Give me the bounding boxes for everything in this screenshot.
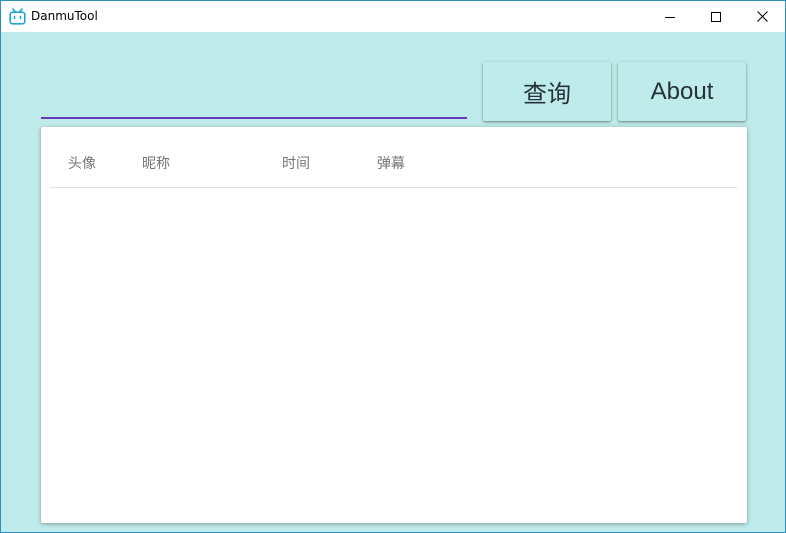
title-bar[interactable]: DanmuTool [1, 1, 785, 32]
column-header-time[interactable]: 时间 [282, 153, 310, 173]
column-header-avatar[interactable]: 头像 [68, 153, 96, 173]
close-button[interactable] [739, 1, 785, 32]
search-input[interactable] [41, 63, 467, 119]
table-header: 头像 昵称 时间 弹幕 [50, 127, 737, 188]
minimize-button[interactable] [647, 1, 693, 32]
danmu-table-card: 头像 昵称 时间 弹幕 [41, 127, 747, 523]
maximize-icon [711, 11, 721, 22]
column-header-danmu[interactable]: 弹幕 [377, 153, 405, 173]
query-button[interactable]: 查询 [483, 62, 611, 121]
window-title: DanmuTool [31, 9, 98, 23]
about-button[interactable]: About [618, 62, 746, 121]
close-icon [756, 11, 768, 22]
maximize-button[interactable] [693, 1, 739, 32]
app-window: DanmuTool 查询 About 头像 昵称 时间 弹幕 [0, 0, 786, 533]
bilibili-tv-icon [9, 8, 26, 25]
column-header-nickname[interactable]: 昵称 [142, 153, 170, 173]
minimize-icon [665, 16, 675, 18]
